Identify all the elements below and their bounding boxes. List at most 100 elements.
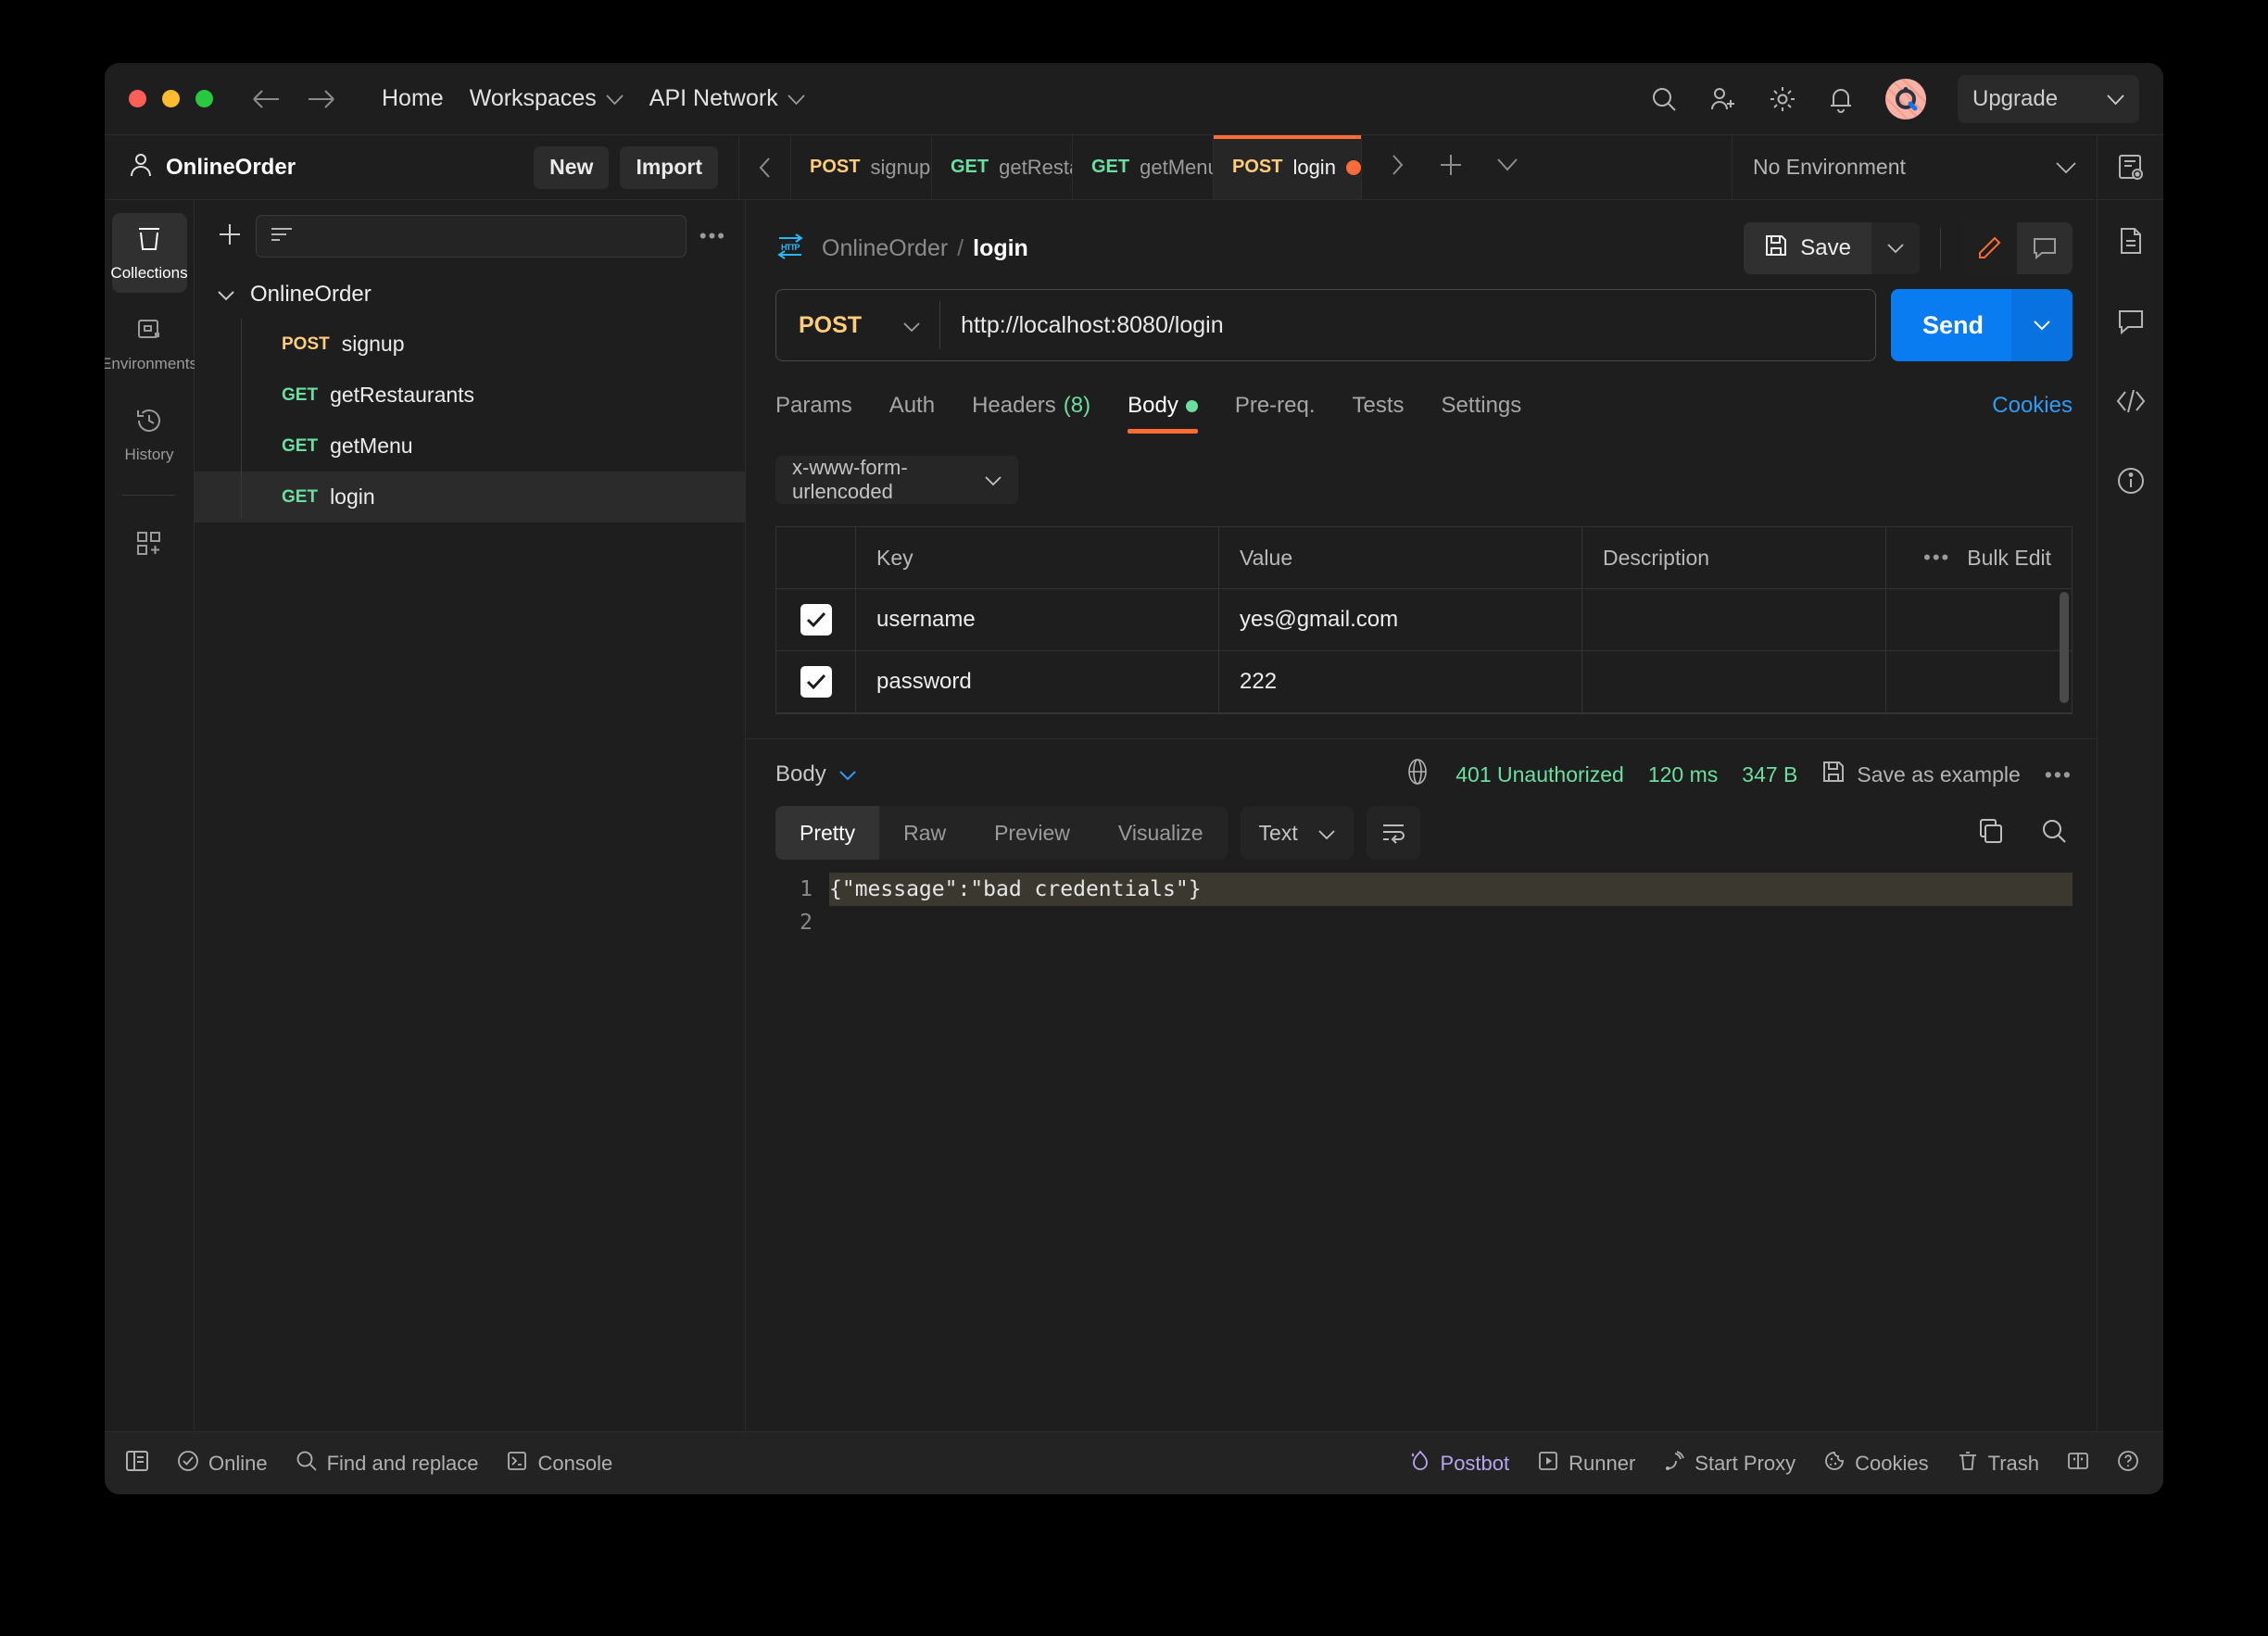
tab-pretty[interactable]: Pretty <box>775 806 880 860</box>
help-icon[interactable] <box>2117 1450 2139 1478</box>
workspaces-menu[interactable]: Workspaces <box>457 78 636 120</box>
row-key[interactable]: password <box>856 651 1219 712</box>
edit-mode-icon[interactable] <box>1961 222 2017 274</box>
trash-button[interactable]: Trash <box>1957 1450 2039 1478</box>
tabs-scroll-left-button[interactable] <box>739 135 791 199</box>
documentation-icon[interactable] <box>2116 226 2146 260</box>
list-item[interactable]: POST signup <box>195 319 745 370</box>
new-button[interactable]: New <box>534 145 610 189</box>
row-description[interactable] <box>1582 589 1886 650</box>
unsaved-dot-icon <box>1345 159 1361 175</box>
info-icon[interactable] <box>2116 466 2146 500</box>
upgrade-button[interactable]: Upgrade <box>1958 74 2139 123</box>
tab-prerequest[interactable]: Pre-req. <box>1216 393 1334 434</box>
tab-headers[interactable]: Headers (8) <box>953 393 1109 434</box>
layout-icon[interactable] <box>2067 1450 2089 1478</box>
request-tab-login[interactable]: POST login <box>1214 135 1362 199</box>
tab-tests[interactable]: Tests <box>1334 393 1423 434</box>
request-tab-getRestaurants[interactable]: GET getRestaurants <box>932 135 1073 199</box>
status-online[interactable]: Online <box>177 1450 268 1478</box>
table-scrollbar[interactable] <box>2060 592 2069 703</box>
list-item[interactable]: GET getMenu <box>195 421 745 472</box>
invite-icon[interactable] <box>1709 85 1737 113</box>
request-tab-signup[interactable]: POST signup <box>791 135 932 199</box>
body-type-dropdown[interactable]: x-www-form-urlencoded <box>775 456 1018 504</box>
send-button[interactable]: Send <box>1891 311 2011 340</box>
start-proxy-button[interactable]: Start Proxy <box>1663 1450 1796 1478</box>
list-item[interactable]: GET login <box>195 472 745 522</box>
comments-icon[interactable] <box>2116 307 2146 341</box>
row-checkbox-cell[interactable] <box>776 589 856 650</box>
bulk-edit-button[interactable]: Bulk Edit <box>1967 546 2051 571</box>
toggle-sidebar-icon[interactable] <box>125 1449 149 1479</box>
collection-row-OnlineOrder[interactable]: OnlineOrder <box>195 271 745 319</box>
row-checkbox-cell[interactable] <box>776 651 856 712</box>
sidebar-item-environments[interactable]: Environments <box>105 304 197 384</box>
copy-icon[interactable] <box>1978 818 2004 849</box>
sidebar-item-add-module[interactable] <box>112 518 187 573</box>
search-input[interactable] <box>256 215 687 258</box>
code-snippet-icon[interactable] <box>2115 387 2147 420</box>
url-input[interactable]: http://localhost:8080/login <box>940 312 1224 339</box>
avatar[interactable] <box>1885 78 1926 120</box>
maximize-window-button[interactable] <box>195 90 213 107</box>
close-window-button[interactable] <box>129 90 146 107</box>
sidebar-more-icon[interactable]: ••• <box>699 224 726 248</box>
table-row[interactable]: password 222 <box>776 651 2072 713</box>
forward-arrow-icon[interactable] <box>308 89 335 109</box>
save-options-button[interactable] <box>1871 222 1920 274</box>
home-button[interactable]: Home <box>369 78 457 120</box>
environment-quick-look-icon[interactable] <box>2097 135 2163 199</box>
gear-icon[interactable] <box>1769 85 1796 113</box>
response-section-dropdown[interactable]: Body <box>775 761 856 787</box>
tab-body[interactable]: Body <box>1109 393 1216 434</box>
row-description[interactable] <box>1582 651 1886 712</box>
response-format-dropdown[interactable]: Text <box>1240 806 1354 860</box>
search-icon[interactable] <box>1650 85 1678 113</box>
new-tab-button[interactable] <box>1438 152 1464 182</box>
tab-preview[interactable]: Preview <box>970 806 1094 860</box>
tab-list-dropdown[interactable] <box>1497 158 1518 176</box>
table-row[interactable]: username yes@gmail.com <box>776 589 2072 651</box>
tab-visualize[interactable]: Visualize <box>1094 806 1228 860</box>
import-button[interactable]: Import <box>620 145 718 189</box>
list-item[interactable]: GET getRestaurants <box>195 370 745 421</box>
tabs-scroll-right-button[interactable] <box>1390 154 1405 181</box>
tab-raw[interactable]: Raw <box>879 806 970 860</box>
comment-mode-icon[interactable] <box>2017 222 2073 274</box>
api-network-menu[interactable]: API Network <box>636 78 818 120</box>
environment-selector[interactable]: No Environment <box>1732 135 2097 199</box>
tab-params[interactable]: Params <box>775 393 871 434</box>
checkbox-checked-icon[interactable] <box>800 666 832 698</box>
row-value[interactable]: yes@gmail.com <box>1219 589 1582 650</box>
console-button[interactable]: Console <box>506 1450 612 1478</box>
cookies-button[interactable]: Cookies <box>1823 1450 1929 1478</box>
breadcrumb-collection[interactable]: OnlineOrder <box>822 235 948 261</box>
response-more-icon[interactable]: ••• <box>2045 762 2073 787</box>
checkbox-checked-icon[interactable] <box>800 604 832 636</box>
response-code[interactable]: {"message":"bad credentials"} <box>829 873 2073 1431</box>
tab-settings[interactable]: Settings <box>1423 393 1541 434</box>
row-value[interactable]: 222 <box>1219 651 1582 712</box>
wrap-lines-icon[interactable] <box>1366 806 1420 860</box>
tab-auth[interactable]: Auth <box>871 393 953 434</box>
select-all-cell[interactable] <box>776 527 856 588</box>
sidebar-item-collections[interactable]: Collections <box>110 213 188 293</box>
find-and-replace-button[interactable]: Find and replace <box>296 1450 478 1478</box>
cookies-link[interactable]: Cookies <box>1992 393 2073 434</box>
bell-icon[interactable] <box>1828 85 1854 113</box>
row-key[interactable]: username <box>856 589 1219 650</box>
runner-button[interactable]: Runner <box>1537 1450 1635 1478</box>
request-tab-getMenu[interactable]: GET getMenu <box>1073 135 1214 199</box>
search-icon[interactable] <box>2041 818 2067 849</box>
create-new-icon[interactable] <box>217 221 243 252</box>
postbot-button[interactable]: Postbot <box>1409 1449 1509 1479</box>
save-button[interactable]: Save <box>1744 222 1871 274</box>
sidebar-item-history[interactable]: History <box>112 395 187 474</box>
table-more-icon[interactable]: ••• <box>1923 546 1950 570</box>
back-arrow-icon[interactable] <box>252 89 280 109</box>
method-dropdown[interactable]: POST <box>776 312 939 339</box>
minimize-window-button[interactable] <box>162 90 180 107</box>
save-example-button[interactable]: Save as example <box>1821 760 2021 789</box>
send-options-button[interactable] <box>2011 289 2073 361</box>
